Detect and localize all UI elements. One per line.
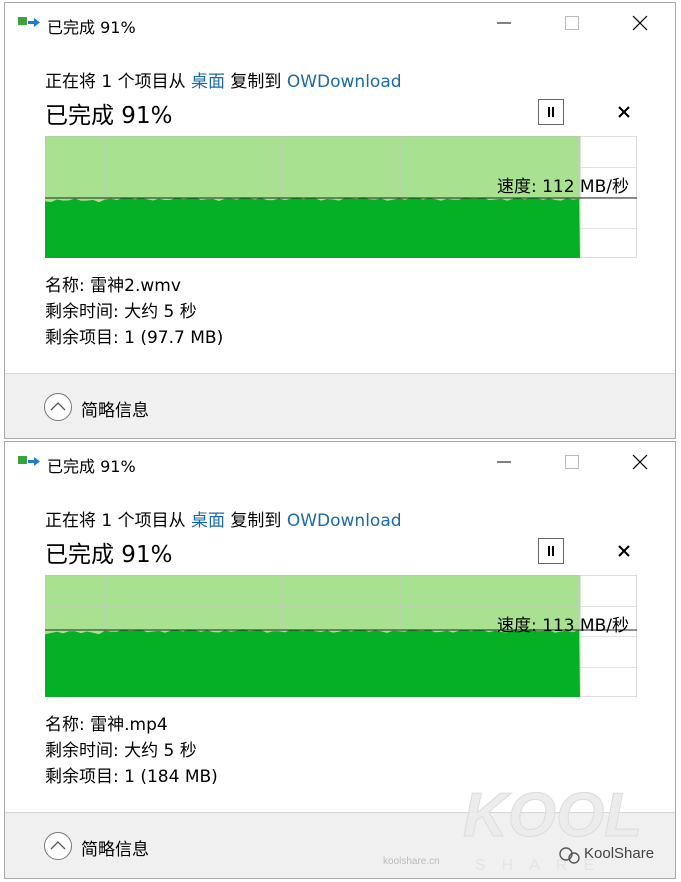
maximize-icon[interactable] <box>557 9 587 37</box>
copy-dialog: 已完成 91% 正在将 1 个项目从 桌面 复制到 OWDownload 已完成… <box>4 441 676 879</box>
pause-button[interactable] <box>538 99 564 125</box>
destination-link[interactable]: OWDownload <box>287 72 402 92</box>
footer: 简略信息 <box>5 813 675 878</box>
cancel-icon[interactable] <box>613 540 635 562</box>
chevron-up-icon[interactable] <box>43 831 73 861</box>
desc-prefix: 正在将 1 个项目从 <box>45 511 192 531</box>
progress-status: 已完成 91% <box>45 542 173 568</box>
copy-app-icon <box>18 17 40 27</box>
destination-link[interactable]: OWDownload <box>287 511 402 531</box>
close-icon[interactable] <box>625 448 655 476</box>
source-link[interactable]: 桌面 <box>191 511 225 531</box>
copy-dialog: 已完成 91% 正在将 1 个项目从 桌面 复制到 OWDownload 已完成… <box>4 2 676 439</box>
fewer-details-button[interactable]: 简略信息 <box>81 396 149 421</box>
throughput-area <box>45 197 580 258</box>
footer: 简略信息 <box>5 374 675 438</box>
desc-middle: 复制到 <box>225 72 287 92</box>
file-name: 名称: 雷神2.wmv <box>45 276 181 296</box>
chevron-up-icon[interactable] <box>43 392 73 422</box>
speed-graph: 速度: 112 MB/秒 <box>44 135 638 259</box>
items-remaining: 剩余项目: 1 (97.7 MB) <box>45 328 224 348</box>
watermark-wechat: KoolShare <box>584 845 655 862</box>
speed-graph: 速度: 113 MB/秒 <box>44 574 638 698</box>
minimize-icon[interactable] <box>489 9 519 37</box>
time-remaining: 剩余时间: 大约 5 秒 <box>45 302 197 322</box>
maximize-icon[interactable] <box>557 448 587 476</box>
items-remaining: 剩余项目: 1 (184 MB) <box>45 767 218 787</box>
fewer-details-button[interactable]: 简略信息 <box>81 835 149 860</box>
details: 名称: 雷神2.wmv 剩余时间: 大约 5 秒 剩余项目: 1 (97.7 M… <box>45 273 223 351</box>
window-title: 已完成 91% <box>47 18 136 37</box>
graph-canvas <box>44 574 638 698</box>
title-bar[interactable]: 已完成 91% <box>5 3 675 43</box>
graph-canvas <box>44 135 638 259</box>
window-title: 已完成 91% <box>47 457 136 476</box>
desc-prefix: 正在将 1 个项目从 <box>45 72 192 92</box>
watermark-site: koolshare.cn <box>383 856 440 867</box>
source-link[interactable]: 桌面 <box>191 72 225 92</box>
copy-app-icon <box>18 456 40 466</box>
copy-description: 正在将 1 个项目从 桌面 复制到 OWDownload <box>45 506 402 531</box>
progress-status: 已完成 91% <box>45 103 173 129</box>
details: 名称: 雷神.mp4 剩余时间: 大约 5 秒 剩余项目: 1 (184 MB) <box>45 712 218 790</box>
copy-description: 正在将 1 个项目从 桌面 复制到 OWDownload <box>45 67 402 92</box>
cancel-icon[interactable] <box>613 101 635 123</box>
minimize-icon[interactable] <box>489 448 519 476</box>
speed-label: 速度: 113 MB/秒 <box>496 616 629 636</box>
file-name: 名称: 雷神.mp4 <box>45 715 168 735</box>
title-bar[interactable]: 已完成 91% <box>5 442 675 482</box>
pause-button[interactable] <box>538 538 564 564</box>
throughput-area <box>45 629 580 697</box>
desc-middle: 复制到 <box>225 511 287 531</box>
time-remaining: 剩余时间: 大约 5 秒 <box>45 741 197 761</box>
close-icon[interactable] <box>625 9 655 37</box>
speed-label: 速度: 112 MB/秒 <box>496 177 629 197</box>
